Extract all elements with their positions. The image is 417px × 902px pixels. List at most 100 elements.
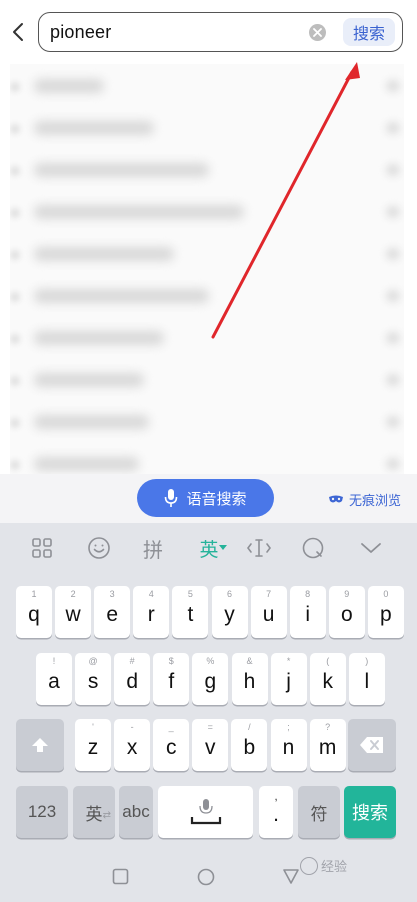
key-l[interactable]: ) l bbox=[348, 653, 385, 705]
suggestion-row[interactable] bbox=[10, 402, 404, 444]
paw-icon bbox=[300, 856, 318, 875]
key-z[interactable]: ' z bbox=[75, 719, 111, 771]
key-a[interactable]: ! a bbox=[36, 653, 72, 705]
shift-arrow-icon bbox=[32, 738, 48, 752]
suggestion-fill-arrow-icon bbox=[386, 248, 400, 260]
suggestion-text bbox=[34, 373, 144, 387]
suggestion-search-icon bbox=[10, 376, 20, 386]
key-s[interactable]: @ s bbox=[75, 653, 112, 705]
space-mic-icon bbox=[190, 799, 221, 825]
home-icon[interactable] bbox=[197, 868, 215, 886]
key-q[interactable]: 1q bbox=[16, 586, 52, 638]
suggestion-text bbox=[34, 247, 174, 261]
key-b[interactable]: / b bbox=[231, 719, 268, 771]
key-e[interactable]: 3e bbox=[94, 586, 131, 638]
shift-key[interactable] bbox=[16, 719, 64, 771]
suggestion-fill-arrow-icon bbox=[386, 332, 400, 344]
suggestion-fill-arrow-icon bbox=[386, 374, 400, 386]
cursor-move-icon[interactable] bbox=[246, 535, 272, 561]
key-m[interactable]: ? m bbox=[309, 719, 346, 771]
key-d[interactable]: # d bbox=[114, 653, 151, 705]
suggestion-search-icon bbox=[10, 334, 20, 344]
back-triangle-icon[interactable] bbox=[282, 868, 300, 885]
key-g[interactable]: % g bbox=[192, 653, 229, 705]
keyboard: 拼 英 1 q 2 w 3 e 4 r 5 t 6 y 7 u 8 i 9 o 0 p ! a @ s # d $ f% g & h * j(k… bbox=[0, 523, 417, 902]
suggestion-text bbox=[34, 331, 164, 345]
back-button[interactable] bbox=[9, 20, 27, 44]
english-mode-button[interactable]: 英 bbox=[193, 535, 233, 561]
search-input[interactable]: pioneer bbox=[50, 22, 111, 43]
suggestion-row[interactable] bbox=[10, 192, 404, 234]
search-box[interactable]: pioneer 搜索 bbox=[38, 12, 403, 52]
symbol-key[interactable]: 符 bbox=[298, 786, 340, 838]
suggestion-fill-arrow-icon bbox=[386, 290, 400, 302]
voice-search-button[interactable]: 语音搜索 bbox=[137, 479, 274, 517]
voice-search-bar: 语音搜索 无痕浏览 bbox=[0, 474, 417, 523]
microphone-icon bbox=[165, 489, 178, 507]
key-x[interactable]: -x bbox=[114, 719, 151, 771]
key-p[interactable]: 0p bbox=[367, 586, 404, 638]
baidu-watermark: 经验 bbox=[300, 856, 347, 875]
suggestion-search-icon bbox=[10, 418, 20, 428]
suggestion-fill-arrow-icon bbox=[386, 416, 400, 428]
suggestion-search-icon bbox=[10, 82, 20, 92]
suggestion-fill-arrow-icon bbox=[386, 206, 400, 218]
suggestion-row[interactable] bbox=[10, 318, 404, 360]
key-r[interactable]: 4r bbox=[133, 586, 170, 638]
enter-search-key[interactable]: 搜索 bbox=[344, 786, 396, 838]
collapse-keyboard-icon[interactable] bbox=[358, 535, 384, 561]
space-key[interactable] bbox=[158, 786, 253, 838]
suggestion-search-icon bbox=[10, 124, 20, 134]
backspace-key[interactable] bbox=[348, 719, 396, 771]
key-i[interactable]: 8i bbox=[289, 586, 326, 638]
suggestion-row[interactable] bbox=[10, 108, 404, 150]
suggestion-row[interactable] bbox=[10, 150, 404, 192]
english-mode-label: 英 bbox=[199, 539, 219, 561]
key-j[interactable]: * j bbox=[270, 653, 307, 705]
search-button[interactable]: 搜索 bbox=[343, 18, 395, 46]
suggestion-search-icon bbox=[10, 166, 20, 176]
suggestion-row[interactable] bbox=[10, 360, 404, 402]
key-t[interactable]: 5t bbox=[172, 586, 209, 638]
suggestion-row[interactable] bbox=[10, 276, 404, 318]
suggestion-list bbox=[10, 64, 404, 474]
key-u[interactable]: 7u bbox=[250, 586, 287, 638]
key-w[interactable]: 2w bbox=[55, 586, 92, 638]
backspace-icon bbox=[360, 737, 383, 753]
suggestion-row[interactable] bbox=[10, 66, 404, 108]
key-k[interactable]: (k bbox=[309, 653, 346, 705]
suggestion-search-icon bbox=[10, 460, 20, 470]
key-f[interactable]: $ f bbox=[153, 653, 190, 705]
incognito-toggle[interactable]: 无痕浏览 bbox=[328, 490, 401, 509]
system-nav-bar bbox=[0, 852, 417, 902]
mask-icon bbox=[329, 495, 343, 502]
apps-grid-icon[interactable] bbox=[29, 535, 55, 561]
suggestion-fill-arrow-icon bbox=[386, 458, 400, 470]
close-icon bbox=[313, 28, 322, 37]
abc-key[interactable]: abc bbox=[119, 786, 153, 838]
suggestion-fill-arrow-icon bbox=[386, 80, 400, 92]
recents-icon[interactable] bbox=[112, 868, 129, 885]
suggestion-row[interactable] bbox=[10, 444, 404, 474]
key-y[interactable]: 6y bbox=[211, 586, 248, 638]
incognito-label: 无痕浏览 bbox=[349, 493, 402, 508]
key-v[interactable]: = v bbox=[192, 719, 229, 771]
clear-button[interactable] bbox=[309, 24, 326, 41]
suggestion-search-icon bbox=[10, 208, 20, 218]
punctuation-key[interactable]: , . bbox=[259, 786, 293, 838]
number-key[interactable]: 123 bbox=[16, 786, 68, 838]
key-o[interactable]: 9o bbox=[328, 586, 365, 638]
suggestion-row[interactable] bbox=[10, 234, 404, 276]
key-h[interactable]: & h bbox=[231, 653, 268, 705]
suggestion-text bbox=[34, 163, 209, 177]
key-c[interactable]: _ c bbox=[153, 719, 190, 771]
suggestion-text bbox=[34, 121, 154, 135]
emoji-icon[interactable] bbox=[86, 535, 112, 561]
key-n[interactable]: ; n bbox=[270, 719, 307, 771]
pinyin-mode-button[interactable]: 拼 bbox=[140, 535, 166, 562]
search-assist-icon[interactable] bbox=[300, 535, 326, 561]
suggestion-fill-arrow-icon bbox=[386, 164, 400, 176]
suggestion-text bbox=[34, 415, 149, 429]
suggestion-fill-arrow-icon bbox=[386, 122, 400, 134]
language-key[interactable]: 英 ⇄ bbox=[73, 786, 115, 838]
